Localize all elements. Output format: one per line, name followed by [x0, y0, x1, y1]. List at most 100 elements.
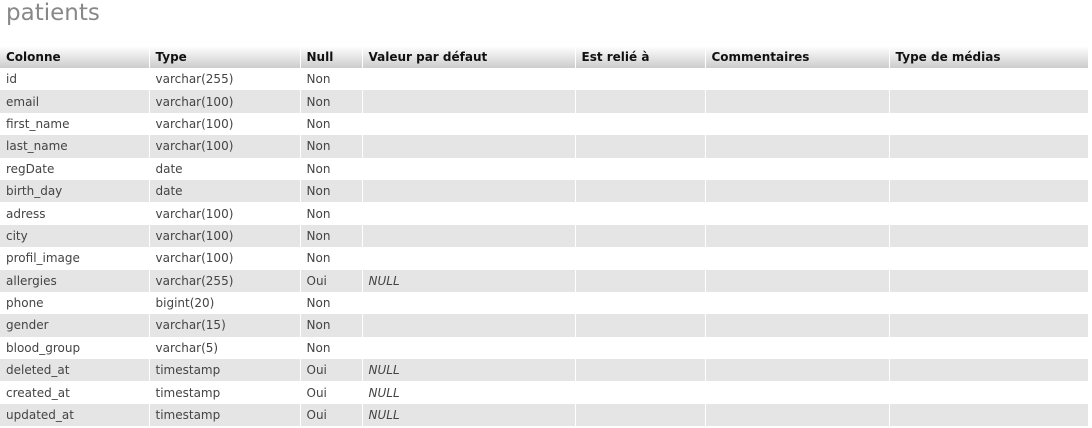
- cell-default: NULL: [362, 359, 575, 382]
- cell-default: NULL: [362, 403, 575, 427]
- cell-null: Oui: [300, 269, 362, 292]
- table-body: id varchar(255) Non email varchar(100) Non fir…: [0, 68, 1088, 427]
- cell-column: created_at: [0, 381, 149, 404]
- cell-column: updated_at: [0, 403, 149, 427]
- cell-column: phone: [0, 291, 149, 315]
- cell-comments: [705, 359, 889, 382]
- cell-media-type: [889, 202, 1088, 225]
- cell-type: varchar(15): [149, 314, 300, 337]
- cell-links-to: [575, 135, 705, 158]
- cell-comments: [705, 247, 889, 270]
- cell-null: Non: [300, 157, 362, 180]
- cell-type: varchar(100): [149, 112, 300, 136]
- table-row: phone bigint(20) Non: [0, 291, 1088, 315]
- cell-links-to: [575, 68, 705, 91]
- cell-type: varchar(100): [149, 90, 300, 113]
- cell-links-to: [575, 381, 705, 404]
- cell-default: [362, 112, 575, 136]
- table-row: id varchar(255) Non: [0, 68, 1088, 91]
- cell-type: timestamp: [149, 359, 300, 382]
- cell-comments: [705, 381, 889, 404]
- cell-links-to: [575, 336, 705, 360]
- cell-comments: [705, 269, 889, 292]
- cell-type: varchar(255): [149, 269, 300, 292]
- cell-null: Non: [300, 314, 362, 337]
- cell-media-type: [889, 90, 1088, 113]
- table-row: city varchar(100) Non: [0, 224, 1088, 248]
- cell-links-to: [575, 179, 705, 203]
- cell-comments: [705, 135, 889, 158]
- cell-column: deleted_at: [0, 359, 149, 382]
- cell-null: Non: [300, 224, 362, 248]
- cell-type: varchar(5): [149, 336, 300, 360]
- cell-default: [362, 68, 575, 91]
- cell-default: [362, 179, 575, 203]
- cell-type: date: [149, 179, 300, 203]
- cell-media-type: [889, 157, 1088, 180]
- cell-type: timestamp: [149, 381, 300, 404]
- cell-null: Oui: [300, 381, 362, 404]
- cell-null: Oui: [300, 359, 362, 382]
- cell-comments: [705, 112, 889, 136]
- cell-default: NULL: [362, 381, 575, 404]
- cell-media-type: [889, 381, 1088, 404]
- cell-type: varchar(100): [149, 202, 300, 225]
- cell-comments: [705, 157, 889, 180]
- page-title: patients: [6, 0, 100, 26]
- cell-links-to: [575, 224, 705, 248]
- cell-comments: [705, 403, 889, 427]
- cell-links-to: [575, 90, 705, 113]
- cell-media-type: [889, 269, 1088, 292]
- cell-links-to: [575, 247, 705, 270]
- cell-media-type: [889, 112, 1088, 136]
- cell-null: Non: [300, 112, 362, 136]
- table-row: email varchar(100) Non: [0, 90, 1088, 113]
- cell-comments: [705, 224, 889, 248]
- cell-media-type: [889, 359, 1088, 382]
- table-row: blood_group varchar(5) Non: [0, 336, 1088, 360]
- cell-links-to: [575, 359, 705, 382]
- cell-type: varchar(100): [149, 224, 300, 248]
- table-row: gender varchar(15) Non: [0, 314, 1088, 337]
- cell-type: varchar(255): [149, 68, 300, 91]
- cell-default: [362, 291, 575, 315]
- cell-default: [362, 336, 575, 360]
- cell-media-type: [889, 336, 1088, 360]
- cell-comments: [705, 314, 889, 337]
- cell-default: NULL: [362, 269, 575, 292]
- cell-links-to: [575, 291, 705, 315]
- cell-default: [362, 135, 575, 158]
- columns-table: Colonne Type Null Valeur par défaut Est …: [0, 46, 1089, 427]
- cell-comments: [705, 202, 889, 225]
- cell-null: Non: [300, 179, 362, 203]
- table-row: created_at timestamp Oui NULL: [0, 381, 1088, 404]
- cell-null: Non: [300, 68, 362, 91]
- cell-default: [362, 157, 575, 180]
- cell-media-type: [889, 247, 1088, 270]
- header-colonne: Colonne: [0, 46, 150, 68]
- cell-null: Non: [300, 247, 362, 270]
- header-comments: Commentaires: [705, 46, 890, 68]
- header-type: Type: [149, 46, 301, 68]
- cell-column: profil_image: [0, 247, 149, 270]
- table-row: allergies varchar(255) Oui NULL: [0, 269, 1088, 292]
- table-header-row: Colonne Type Null Valeur par défaut Est …: [0, 46, 1088, 68]
- cell-media-type: [889, 135, 1088, 158]
- cell-column: last_name: [0, 135, 149, 158]
- cell-column: blood_group: [0, 336, 149, 360]
- cell-null: Oui: [300, 403, 362, 427]
- cell-type: timestamp: [149, 403, 300, 427]
- cell-links-to: [575, 314, 705, 337]
- header-default-value: Valeur par défaut: [362, 46, 576, 68]
- cell-comments: [705, 336, 889, 360]
- cell-column: allergies: [0, 269, 149, 292]
- cell-column: gender: [0, 314, 149, 337]
- table-row: deleted_at timestamp Oui NULL: [0, 359, 1088, 382]
- cell-media-type: [889, 224, 1088, 248]
- cell-null: Non: [300, 135, 362, 158]
- cell-column: regDate: [0, 157, 149, 180]
- cell-column: first_name: [0, 112, 149, 136]
- table-row: profil_image varchar(100) Non: [0, 247, 1088, 270]
- table-row: adress varchar(100) Non: [0, 202, 1088, 225]
- cell-default: [362, 314, 575, 337]
